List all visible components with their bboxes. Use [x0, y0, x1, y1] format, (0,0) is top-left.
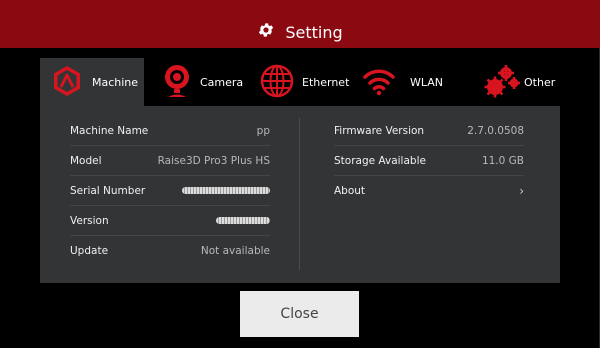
tab-label: WLAN: [410, 75, 444, 89]
machine-info-panel: Machine Name pp Model Raise3D Pro3 Plus …: [40, 106, 560, 283]
gear-icon: [257, 21, 275, 43]
tab-bar: Machine Camera Ethernet WLAN Other: [40, 58, 560, 106]
gears-icon: [484, 63, 520, 102]
close-button[interactable]: Close: [240, 291, 359, 337]
storage-available-value: 11.0 GB: [481, 154, 524, 167]
page-title: Setting: [285, 22, 343, 42]
tab-other[interactable]: Other: [448, 58, 560, 106]
about-label: About: [334, 185, 366, 197]
list-item: Model Raise3D Pro3 Plus HS: [70, 146, 270, 176]
version-redacted: [216, 217, 270, 224]
update-label: Update: [70, 245, 109, 257]
machine-info-list: Machine Name pp Model Raise3D Pro3 Plus …: [70, 116, 270, 266]
settings-screen: Setting Machine Camera Ethernet WLAN Oth…: [0, 0, 600, 348]
list-item: Version: [70, 206, 270, 236]
machine-name-label: Machine Name: [70, 124, 149, 137]
chevron-right-icon: ›: [519, 184, 524, 198]
about-row[interactable]: About ›: [334, 176, 524, 206]
model-value: Raise3D Pro3 Plus HS: [157, 154, 270, 167]
list-item: Serial Number: [70, 176, 270, 206]
firmware-version-value: 2.7.0.0508: [467, 124, 524, 137]
serial-number-redacted: [182, 187, 270, 194]
tab-wlan[interactable]: WLAN: [344, 58, 448, 106]
model-label: Model: [70, 154, 102, 167]
title-bar: Setting: [0, 0, 600, 48]
tab-ethernet[interactable]: Ethernet: [244, 58, 349, 106]
firmware-version-label: Firmware Version: [334, 124, 425, 137]
tab-label: Machine: [92, 75, 139, 89]
machine-name-value: pp: [256, 124, 270, 137]
globe-icon: [260, 64, 294, 101]
tab-label: Camera: [200, 75, 244, 89]
column-divider: [299, 118, 300, 270]
tab-label: Ethernet: [302, 75, 350, 89]
wifi-icon: [362, 66, 396, 99]
list-item: Machine Name pp: [70, 116, 270, 146]
list-item[interactable]: Update Not available: [70, 236, 270, 266]
system-info-list: Firmware Version 2.7.0.0508 Storage Avai…: [334, 116, 524, 206]
serial-number-label: Serial Number: [70, 184, 146, 197]
list-item: Firmware Version 2.7.0.0508: [334, 116, 524, 146]
machine-logo-icon: [50, 64, 84, 101]
camera-icon: [162, 63, 192, 102]
tab-machine[interactable]: Machine: [40, 58, 144, 106]
storage-available-label: Storage Available: [334, 154, 426, 167]
list-item: Storage Available 11.0 GB: [334, 146, 524, 176]
tab-camera[interactable]: Camera: [144, 58, 244, 106]
tab-label: Other: [524, 75, 556, 89]
version-label: Version: [70, 214, 109, 227]
update-value: Not available: [200, 245, 270, 257]
